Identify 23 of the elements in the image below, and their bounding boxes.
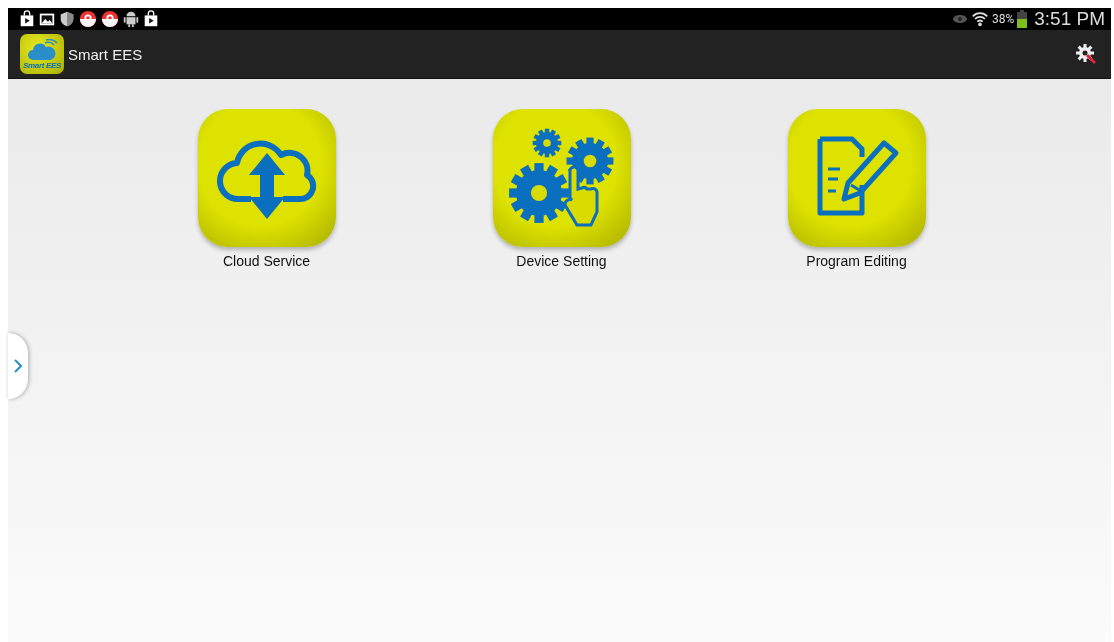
settings-icon[interactable]: [1075, 43, 1097, 65]
menu-tile[interactable]: [492, 109, 631, 247]
logo-caption: Smart EES: [22, 60, 62, 70]
menu-tile[interactable]: [197, 109, 336, 247]
drawer-handle[interactable]: [8, 333, 28, 399]
tile-label[interactable]: Device Setting: [516, 253, 607, 269]
store-bag-icon: [142, 10, 160, 28]
wifi-icon: [970, 10, 989, 28]
menu-tile[interactable]: [787, 109, 926, 247]
app-title: Smart EES: [68, 45, 143, 63]
robot-icon: [122, 10, 140, 28]
chevron-right-icon: [14, 359, 22, 373]
battery-percent: 38%: [991, 12, 1015, 26]
store-bag-icon: [18, 10, 36, 28]
eye-icon: [951, 13, 968, 25]
tile-label[interactable]: Cloud Service: [222, 253, 311, 269]
shield-icon: [58, 10, 76, 28]
ball-icon: [78, 10, 98, 28]
clock-time: 3:51 PM: [1034, 8, 1105, 30]
battery-icon: [1017, 10, 1028, 28]
cloud-icon: [26, 38, 58, 61]
tile-label[interactable]: Program Editing: [806, 253, 907, 269]
ball-icon: [100, 10, 120, 28]
